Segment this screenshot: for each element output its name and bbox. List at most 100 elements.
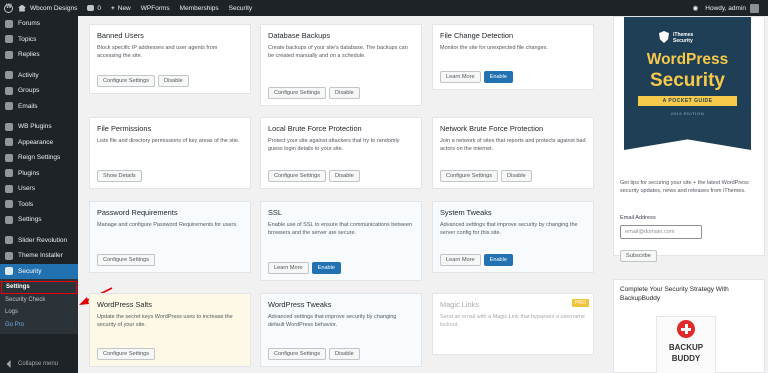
disable-button[interactable]: Disable (329, 87, 360, 99)
sidebar-item-activity[interactable]: Activity (0, 68, 78, 84)
red-plus-icon (677, 320, 695, 338)
card-description: Join a network of sites that reports and… (440, 138, 586, 152)
site-name-link[interactable]: Wbcom Designs (13, 0, 82, 16)
show-details-button[interactable]: Show Details (97, 170, 142, 182)
configure-settings-button[interactable]: Configure Settings (268, 87, 327, 99)
plus-icon: + (110, 4, 115, 12)
backupbuddy-title: Complete Your Security Strategy With Bac… (620, 286, 729, 303)
sidebar-item-settings[interactable]: Settings (0, 212, 78, 228)
card-banned-users: Banned Users Block specific IP addresses… (89, 24, 251, 94)
learn-more-button[interactable]: Learn More (268, 262, 309, 274)
card-title: Magic Links (440, 300, 480, 309)
submenu-go-pro[interactable]: Go Pro (0, 319, 78, 332)
forums-icon (5, 19, 13, 28)
card-description: Block specific IP addresses and user age… (97, 45, 218, 59)
configure-settings-button[interactable]: Configure Settings (268, 348, 327, 360)
book-title-line1: WordPress (646, 51, 729, 68)
card-title: Database Backups (268, 31, 331, 40)
howdy-account-link[interactable]: Howdy, admin (700, 0, 768, 16)
configure-settings-button[interactable]: Configure Settings (97, 254, 156, 266)
settings-icon (5, 215, 13, 224)
card-password-requirements: Password Requirements Manage and configu… (89, 201, 251, 273)
sidebar-item-users[interactable]: Users (0, 181, 78, 197)
card-title: Banned Users (97, 31, 144, 40)
card-file-permissions: File Permissions Lists file and director… (89, 117, 251, 189)
ithemes-security-promo: iThemes Security WordPress Security A POC… (613, 16, 765, 262)
security-link[interactable]: Security (224, 0, 257, 16)
home-icon (18, 4, 26, 12)
card-magic-links: Magic Links Send an email with a Magic L… (432, 293, 594, 355)
card-wordpress-tweaks: WordPress Tweaks Advanced settings that … (260, 293, 422, 367)
enable-button[interactable]: Enable (311, 262, 342, 274)
appearance-icon (5, 138, 13, 147)
ithemes-brand: iThemes Security (673, 32, 694, 44)
enable-button[interactable]: Enable (483, 254, 514, 266)
configure-settings-button[interactable]: Configure Settings (268, 170, 327, 182)
wpforms-link[interactable]: WPForms (136, 0, 175, 16)
card-network-brute-force-protection: Network Brute Force Protection Join a ne… (432, 117, 594, 189)
admin-bar: Wbcom Designs 0 +New WPForms Memberships… (0, 0, 768, 16)
learn-more-button[interactable]: Learn More (440, 254, 481, 266)
pocket-guide-book-cover: iThemes Security WordPress Security A POC… (624, 17, 751, 150)
notification-icon[interactable]: ◉ (691, 0, 701, 16)
tools-icon (5, 200, 13, 209)
card-title: Network Brute Force Protection (440, 124, 544, 133)
learn-more-button[interactable]: Learn More (440, 71, 481, 83)
submenu-security-check[interactable]: Security Check (0, 294, 78, 307)
submenu-logs[interactable]: Logs (0, 306, 78, 319)
disable-button[interactable]: Disable (329, 170, 360, 182)
card-database-backups: Database Backups Create backups of your … (260, 24, 422, 106)
sidebar-item-theme-installer[interactable]: Theme Installer (0, 248, 78, 264)
reign-settings-icon (5, 153, 13, 162)
enable-button[interactable]: Enable (483, 71, 514, 83)
sidebar-item-wb-plugins[interactable]: WB Plugins (0, 119, 78, 135)
security-icon (5, 267, 13, 276)
comments-link[interactable]: 0 (82, 0, 106, 16)
configure-settings-button[interactable]: Configure Settings (97, 75, 156, 87)
sidebar-item-reign-settings[interactable]: Reign Settings (0, 150, 78, 166)
card-description: Send an email with a Magic Link that byp… (440, 314, 585, 328)
card-description: Protect your site against attackers that… (268, 138, 400, 152)
subscribe-button[interactable]: Subscribe (620, 250, 657, 262)
sidebar-item-forums[interactable]: Forums (0, 16, 78, 32)
wb-plugins-icon (5, 122, 13, 131)
collapse-arrow-icon (6, 360, 11, 368)
sidebar-item-slider-revolution[interactable]: Slider Revolution (0, 233, 78, 249)
card-local-brute-force-protection: Local Brute Force Protection Protect you… (260, 117, 422, 189)
disable-button[interactable]: Disable (501, 170, 532, 182)
email-input[interactable]: email@domain.com (620, 225, 702, 239)
pro-badge: PRO (572, 299, 589, 307)
card-description: Lists file and directory permissions of … (97, 138, 240, 144)
wordpress-logo-icon[interactable] (4, 3, 13, 13)
configure-settings-button[interactable]: Configure Settings (440, 170, 499, 182)
card-description: Advanced settings that improve security … (440, 222, 578, 236)
replies-icon (5, 50, 13, 59)
card-title: System Tweaks (440, 208, 492, 217)
new-content-link[interactable]: + New (106, 0, 136, 16)
memberships-link[interactable]: Memberships (175, 0, 224, 16)
sidebar-item-security[interactable]: Security (0, 263, 78, 279)
disable-button[interactable]: Disable (158, 75, 189, 87)
sidebar-item-plugins[interactable]: Plugins (0, 166, 78, 182)
ithemes-shield-icon (659, 31, 669, 43)
sidebar-item-topics[interactable]: Topics (0, 32, 78, 48)
users-icon (5, 184, 13, 193)
card-description: Advanced settings that improve security … (268, 314, 397, 328)
disable-button[interactable]: Disable (329, 348, 360, 360)
sidebar-item-replies[interactable]: Replies (0, 47, 78, 63)
card-title: File Permissions (97, 124, 152, 133)
submenu-settings[interactable]: Settings (1, 281, 77, 294)
configure-settings-button[interactable]: Configure Settings (97, 348, 156, 360)
comment-bubble-icon (87, 5, 95, 11)
card-description: Update the secret keys WordPress uses to… (97, 314, 233, 328)
card-title: Password Requirements (97, 208, 178, 217)
book-subtitle: A POCKET GUIDE (638, 96, 737, 106)
collapse-menu-button[interactable]: Collapse menu (0, 358, 58, 370)
sidebar-item-tools[interactable]: Tools (0, 197, 78, 213)
sidebar-item-groups[interactable]: Groups (0, 83, 78, 99)
security-submenu: Settings Security Check Logs Go Pro (0, 279, 78, 334)
theme-installer-icon (5, 251, 13, 260)
sidebar-item-appearance[interactable]: Appearance (0, 135, 78, 151)
card-description: Enable use of SSL to ensure that communi… (268, 222, 413, 236)
sidebar-item-emails[interactable]: Emails (0, 99, 78, 115)
